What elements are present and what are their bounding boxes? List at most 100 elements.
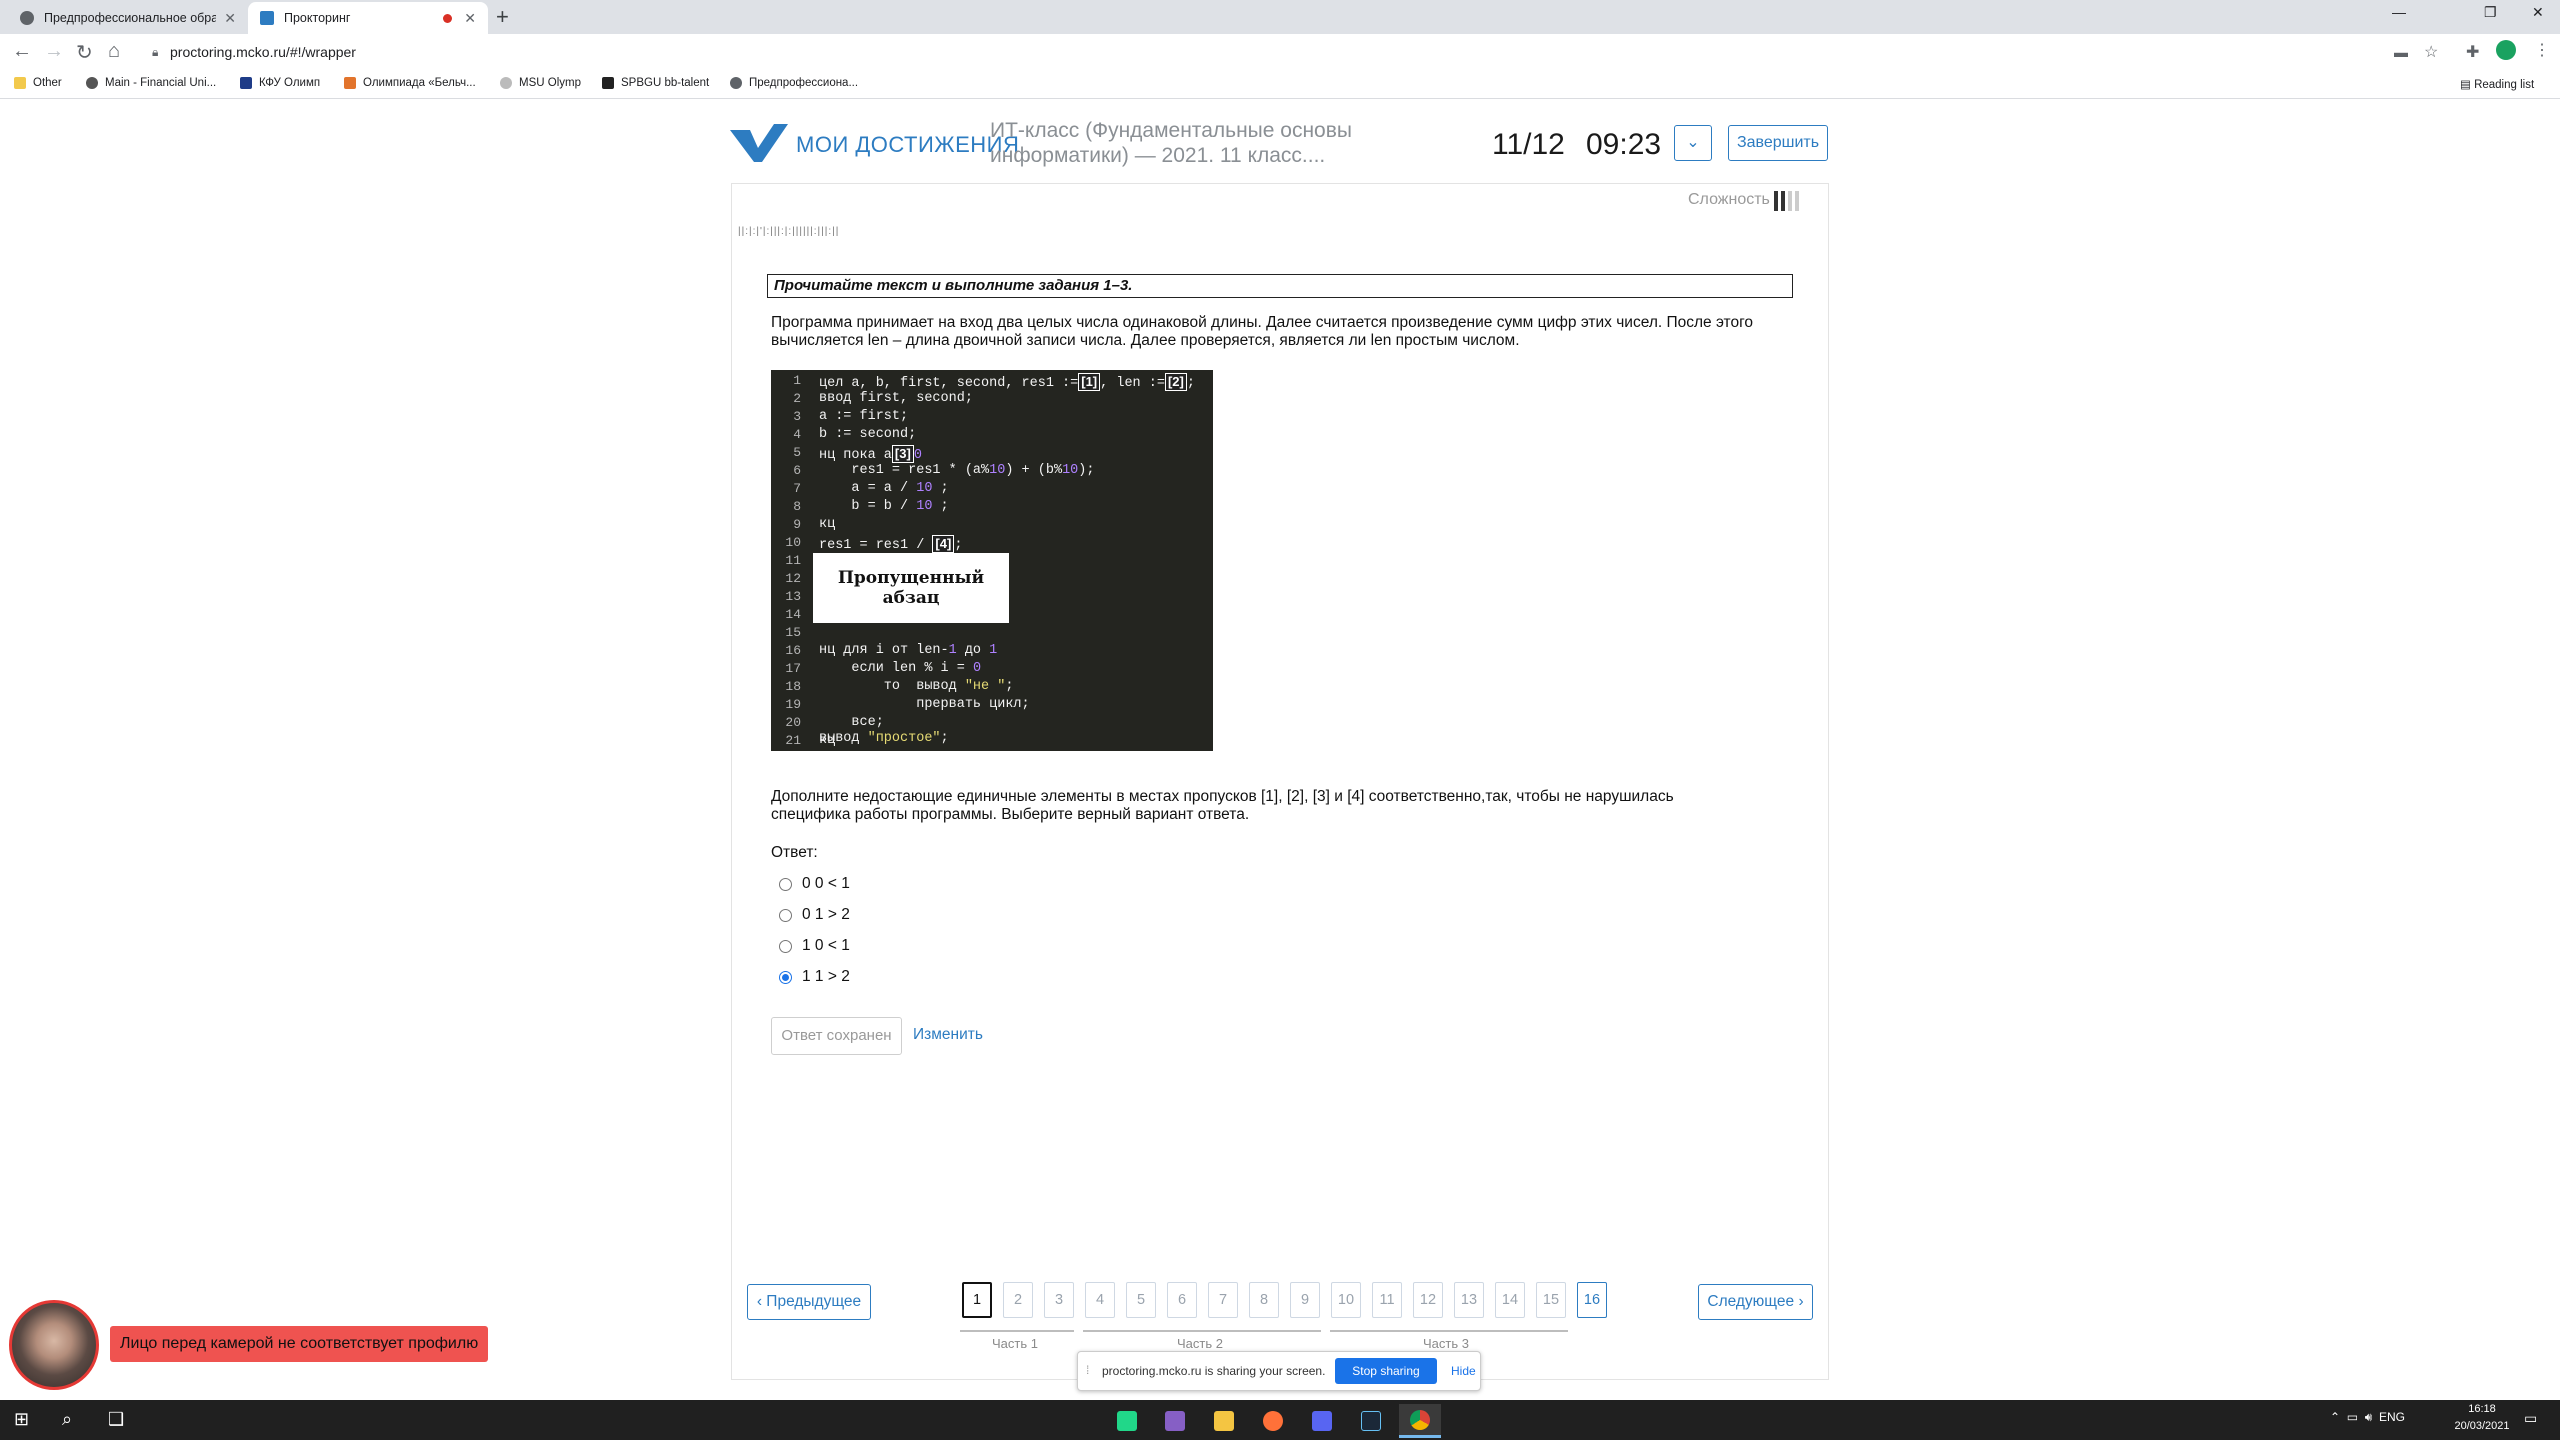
code-line-5: нц пока a [3] 0 <box>819 445 922 463</box>
page-button-10[interactable]: 10 <box>1331 1282 1361 1318</box>
line-number: 21 <box>785 733 801 748</box>
page-button-3[interactable]: 3 <box>1044 1282 1074 1318</box>
reading-list[interactable]: ▤ Reading list <box>2460 77 2534 91</box>
exam-title: ИТ-класс (Фундаментальные основы информа… <box>990 119 1352 167</box>
page-button-16[interactable]: 16 <box>1577 1282 1607 1318</box>
tab-preprof[interactable]: Предпрофессиональное образ ✕ <box>8 2 248 34</box>
bookmark-kfu[interactable]: КФУ Олимп <box>240 77 320 89</box>
answer-option-1[interactable]: 0 0 < 1 <box>779 873 850 895</box>
close-icon[interactable]: ✕ <box>464 10 476 27</box>
line-number: 8 <box>793 499 801 514</box>
line-number: 15 <box>785 625 801 640</box>
restore-icon[interactable]: ❐ <box>2484 4 2497 21</box>
window-close-icon[interactable]: ✕ <box>2532 4 2544 21</box>
page-button-5[interactable]: 5 <box>1126 1282 1156 1318</box>
next-button[interactable]: Следующее › <box>1698 1284 1813 1320</box>
logo-check-icon <box>730 124 788 162</box>
lock-icon: 🔒︎ <box>152 45 159 59</box>
radio-button[interactable] <box>779 877 792 891</box>
page-button-12[interactable]: 12 <box>1413 1282 1443 1318</box>
camera-icon[interactable]: ▬ <box>2394 44 2408 60</box>
timer-dropdown-button[interactable]: ⌄ <box>1674 125 1712 161</box>
tab-proctoring[interactable]: Прокторинг ✕ <box>248 2 488 34</box>
answer-saved-button[interactable]: Ответ сохранен <box>771 1017 902 1055</box>
code-line-3: a := first; <box>819 409 909 424</box>
page-button-13[interactable]: 13 <box>1454 1282 1484 1318</box>
avatar[interactable] <box>2496 40 2516 60</box>
radio-button-selected[interactable] <box>779 970 792 984</box>
page-button-6[interactable]: 6 <box>1167 1282 1197 1318</box>
instruction-box: Прочитайте текст и выполните задания 1–3… <box>767 274 1793 298</box>
task-card <box>731 183 1829 1380</box>
notifications-icon[interactable]: ▭ <box>2524 1410 2537 1427</box>
extensions-icon[interactable]: ✚ <box>2466 42 2479 62</box>
clock-time[interactable]: 16:18 <box>2447 1403 2517 1415</box>
timer: 09:23 <box>1586 128 1662 161</box>
webcam-preview <box>9 1300 99 1390</box>
answer-option-3[interactable]: 1 0 < 1 <box>779 935 850 957</box>
clock-date[interactable]: 20/03/2021 <box>2447 1420 2517 1432</box>
reload-icon[interactable]: ↻ <box>76 40 93 65</box>
home-icon[interactable]: ⌂ <box>108 40 120 63</box>
chrome-icon[interactable] <box>1399 1404 1441 1438</box>
logo-text: МОИ ДОСТИЖЕНИЯ <box>796 132 1020 157</box>
radio-button[interactable] <box>779 939 792 953</box>
part-label-1: Часть 1 <box>992 1336 1038 1351</box>
line-number: 5 <box>793 445 801 460</box>
system-tray[interactable]: ⌃ ▭ 🔊︎ ENG <box>2330 1410 2405 1425</box>
page-button-2[interactable]: 2 <box>1003 1282 1033 1318</box>
radio-button[interactable] <box>779 908 792 922</box>
stop-sharing-button[interactable]: Stop sharing <box>1335 1358 1437 1384</box>
face-mismatch-warning: Лицо перед камерой не соответствует проф… <box>110 1326 489 1362</box>
blank-3: [3] <box>891 445 914 463</box>
line-number: 1 <box>793 373 801 388</box>
address-bar[interactable]: proctoring.mcko.ru/#!/wrapper <box>170 44 356 60</box>
task-view-icon[interactable]: ❑ <box>108 1409 124 1430</box>
code-line-15: нц для i от len-1 до 1 <box>819 643 998 658</box>
discord-icon[interactable] <box>1301 1404 1343 1438</box>
page-button-11[interactable]: 11 <box>1372 1282 1402 1318</box>
line-number: 7 <box>793 481 801 496</box>
language-indicator[interactable]: ENG <box>2379 1410 2405 1424</box>
new-tab-button[interactable]: + <box>496 4 509 30</box>
page-button-7[interactable]: 7 <box>1208 1282 1238 1318</box>
search-icon[interactable]: ⌕ <box>62 1409 72 1430</box>
firefox-icon[interactable] <box>1252 1404 1294 1438</box>
visual-studio-icon[interactable] <box>1154 1404 1196 1438</box>
globe-icon <box>730 77 742 89</box>
task-paragraph: Программа принимает на вход два целых чи… <box>771 314 1754 349</box>
finish-button[interactable]: Завершить <box>1728 125 1828 161</box>
hide-button[interactable]: Hide <box>1451 1364 1476 1378</box>
code-line-21: вывод "простое"; <box>819 731 949 746</box>
bookmark-other[interactable]: Other <box>14 77 62 89</box>
bookmark-belch[interactable]: Олимпиада «Бельч... <box>344 77 476 89</box>
page-button-8[interactable]: 8 <box>1249 1282 1279 1318</box>
close-icon[interactable]: ✕ <box>224 10 236 27</box>
bookmark-spbgu[interactable]: SPBGU bb-talent <box>602 77 709 89</box>
page-button-15[interactable]: 15 <box>1536 1282 1566 1318</box>
previous-button[interactable]: ‹ Предыдущее <box>747 1284 871 1320</box>
pycharm-icon[interactable] <box>1106 1404 1148 1438</box>
answer-option-2[interactable]: 0 1 > 2 <box>779 904 850 926</box>
line-number: 17 <box>785 661 801 676</box>
forward-icon[interactable]: → <box>44 40 64 63</box>
minimize-icon[interactable]: — <box>2392 4 2406 20</box>
windows-start-icon[interactable]: ⊞ <box>14 1409 29 1430</box>
bookmark-msu[interactable]: MSU Olymp <box>500 77 581 89</box>
star-icon[interactable]: ☆ <box>2424 42 2438 62</box>
back-icon[interactable]: ← <box>12 40 32 63</box>
drag-handle-icon[interactable]: ⁞ <box>1086 1363 1089 1377</box>
page-button-4[interactable]: 4 <box>1085 1282 1115 1318</box>
answer-option-4[interactable]: 1 1 > 2 <box>779 966 850 988</box>
difficulty-bar-4 <box>1795 191 1799 211</box>
steam-icon[interactable] <box>1350 1404 1392 1438</box>
bookmark-financial[interactable]: Main - Financial Uni... <box>86 77 216 89</box>
menu-icon[interactable]: ⋮ <box>2534 40 2550 60</box>
file-explorer-icon[interactable] <box>1203 1404 1245 1438</box>
folder-icon <box>14 77 26 89</box>
change-answer-link[interactable]: Изменить <box>913 1026 983 1044</box>
page-button-9[interactable]: 9 <box>1290 1282 1320 1318</box>
bookmark-preprof[interactable]: Предпрофессиона... <box>730 77 858 89</box>
page-button-1[interactable]: 1 <box>962 1282 992 1318</box>
page-button-14[interactable]: 14 <box>1495 1282 1525 1318</box>
